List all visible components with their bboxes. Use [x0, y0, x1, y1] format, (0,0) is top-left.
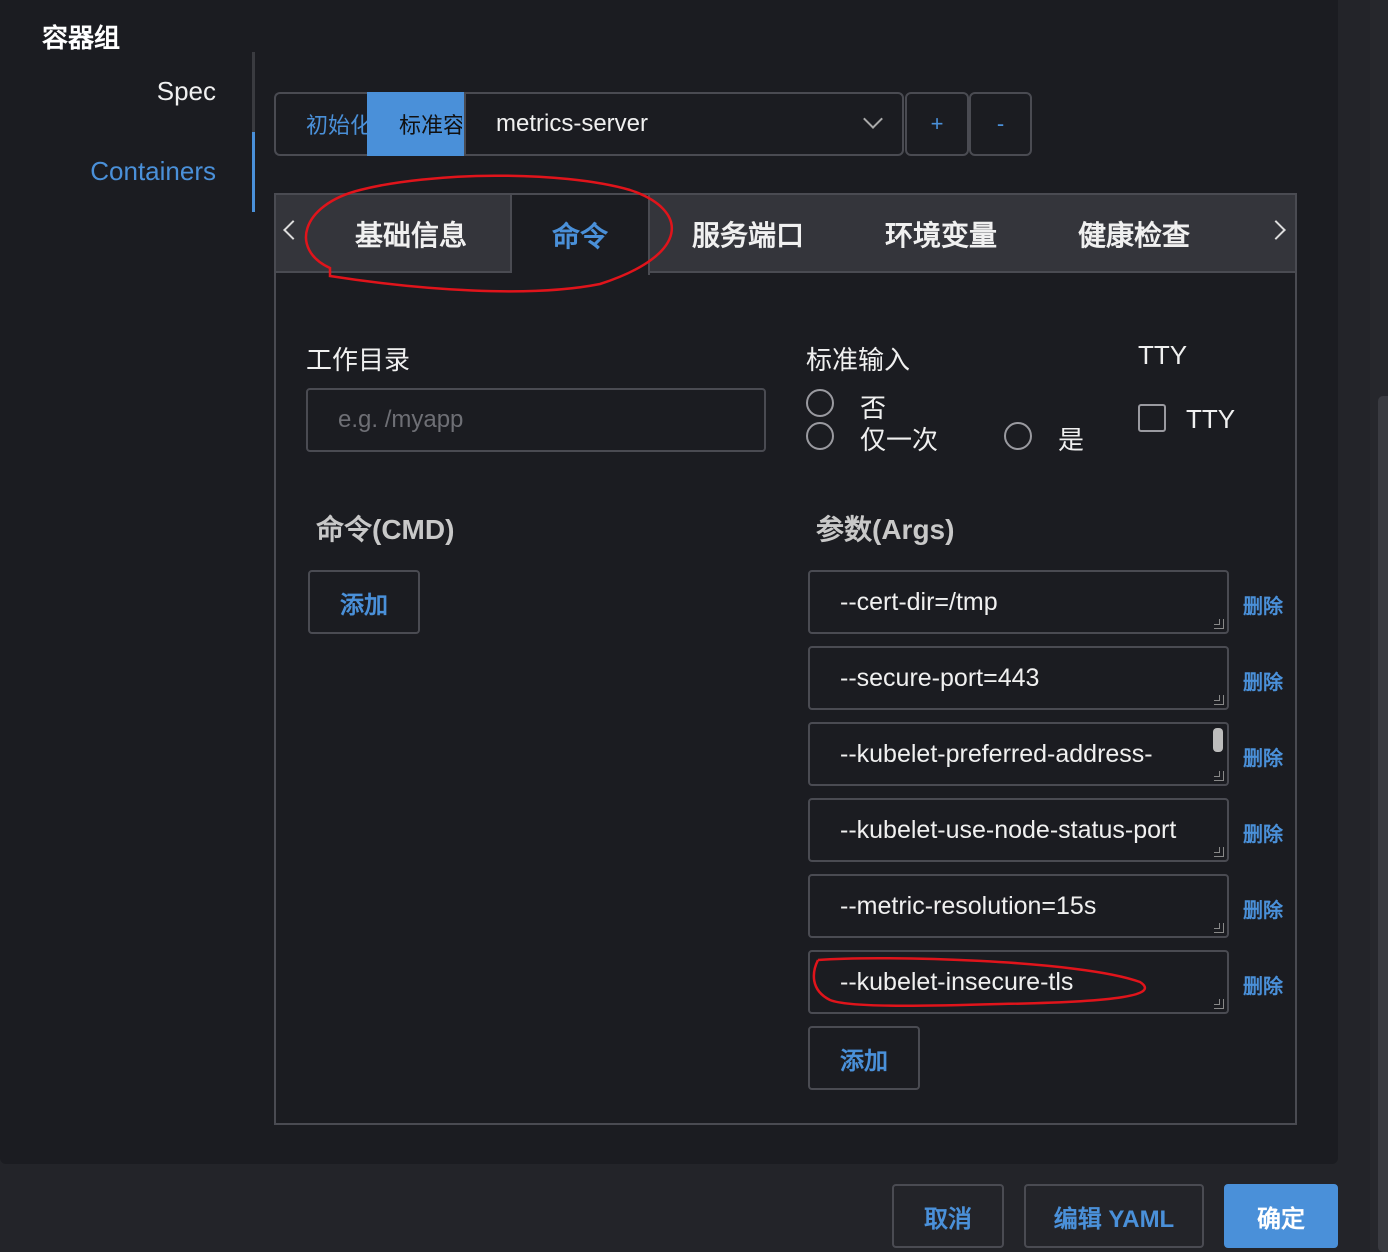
- arg-delete-link[interactable]: 删除: [1243, 666, 1283, 695]
- section-title: 容器组: [42, 23, 121, 53]
- confirm-button[interactable]: 确定: [1224, 1184, 1338, 1248]
- tab-env-vars[interactable]: 环境变量: [846, 195, 1036, 273]
- remove-container-button[interactable]: -: [969, 92, 1032, 156]
- stdin-option-once: 仅一次: [860, 425, 939, 455]
- resize-grip-icon[interactable]: [1214, 999, 1224, 1009]
- page-scrollbar-thumb[interactable]: [1378, 396, 1388, 1252]
- sidebar-item-containers[interactable]: Containers: [90, 156, 216, 187]
- cancel-button[interactable]: 取消: [892, 1184, 1004, 1248]
- arg-value: --kubelet-preferred-address-: [840, 740, 1153, 768]
- arg-delete-link[interactable]: 删除: [1243, 590, 1283, 619]
- tty-checkbox[interactable]: [1138, 404, 1166, 432]
- args-add-button[interactable]: 添加: [808, 1026, 920, 1090]
- standard-containers-toggle[interactable]: 标准容器: [367, 92, 464, 156]
- args-label: 参数(Args): [816, 514, 955, 545]
- tty-title: TTY: [1138, 340, 1188, 370]
- resize-grip-icon[interactable]: [1214, 771, 1224, 781]
- cmd-add-button[interactable]: 添加: [308, 570, 420, 634]
- arg-delete-link[interactable]: 删除: [1243, 894, 1283, 923]
- chevron-down-icon: [863, 109, 883, 129]
- stdin-radio-once[interactable]: [806, 422, 834, 450]
- tab-basic-info[interactable]: 基础信息: [312, 195, 512, 273]
- arg-delete-link[interactable]: 删除: [1243, 742, 1283, 771]
- workdir-placeholder: e.g. /myapp: [338, 406, 464, 433]
- tab-bar: 基础信息 命令 服务端口 环境变量 健康检查: [276, 195, 1295, 275]
- arg-input[interactable]: --kubelet-use-node-status-port: [808, 798, 1229, 862]
- sidebar-item-spec[interactable]: Spec: [157, 76, 216, 107]
- stdin-label: 标准输入: [806, 345, 911, 375]
- chevron-left-icon[interactable]: [283, 220, 303, 240]
- arg-delete-link[interactable]: 删除: [1243, 818, 1283, 847]
- add-container-button[interactable]: +: [905, 92, 969, 156]
- tab-service-ports[interactable]: 服务端口: [650, 195, 846, 273]
- tab-command[interactable]: 命令: [512, 195, 650, 275]
- container-select-value: metrics-server: [496, 110, 649, 137]
- arg-input[interactable]: --kubelet-insecure-tls: [808, 950, 1229, 1014]
- sidebar-active-indicator: [252, 132, 255, 212]
- arg-value: --secure-port=443: [840, 664, 1040, 692]
- edit-yaml-button[interactable]: 编辑 YAML: [1024, 1184, 1204, 1248]
- tab-health-check[interactable]: 健康检查: [1036, 195, 1232, 273]
- container-select[interactable]: metrics-server: [464, 92, 904, 156]
- cmd-label: 命令(CMD): [316, 514, 455, 545]
- tty-checkbox-label: TTY: [1186, 404, 1236, 434]
- arg-value: --kubelet-use-node-status-port: [840, 816, 1177, 844]
- arg-value: --cert-dir=/tmp: [840, 588, 998, 616]
- resize-grip-icon[interactable]: [1214, 923, 1224, 933]
- arg-delete-link[interactable]: 删除: [1243, 970, 1283, 999]
- stdin-option-yes: 是: [1058, 425, 1085, 455]
- arg-value: --kubelet-insecure-tls: [840, 968, 1074, 996]
- workdir-input[interactable]: e.g. /myapp: [306, 388, 766, 452]
- stdin-radio-yes[interactable]: [1004, 422, 1032, 450]
- arg-input[interactable]: --metric-resolution=15s: [808, 874, 1229, 938]
- arg-input[interactable]: --secure-port=443: [808, 646, 1229, 710]
- arg-value: --metric-resolution=15s: [840, 892, 1097, 920]
- stdin-radio-no[interactable]: [806, 389, 834, 417]
- init-containers-toggle[interactable]: 初始化: [274, 92, 370, 156]
- resize-grip-icon[interactable]: [1214, 619, 1224, 629]
- resize-grip-icon[interactable]: [1214, 847, 1224, 857]
- arg-input[interactable]: --kubelet-preferred-address-: [808, 722, 1229, 786]
- arg-input[interactable]: --cert-dir=/tmp: [808, 570, 1229, 634]
- resize-grip-icon[interactable]: [1214, 695, 1224, 705]
- arg-scrollbar[interactable]: [1213, 728, 1223, 752]
- chevron-right-icon[interactable]: [1266, 220, 1286, 240]
- workdir-label: 工作目录: [306, 345, 411, 375]
